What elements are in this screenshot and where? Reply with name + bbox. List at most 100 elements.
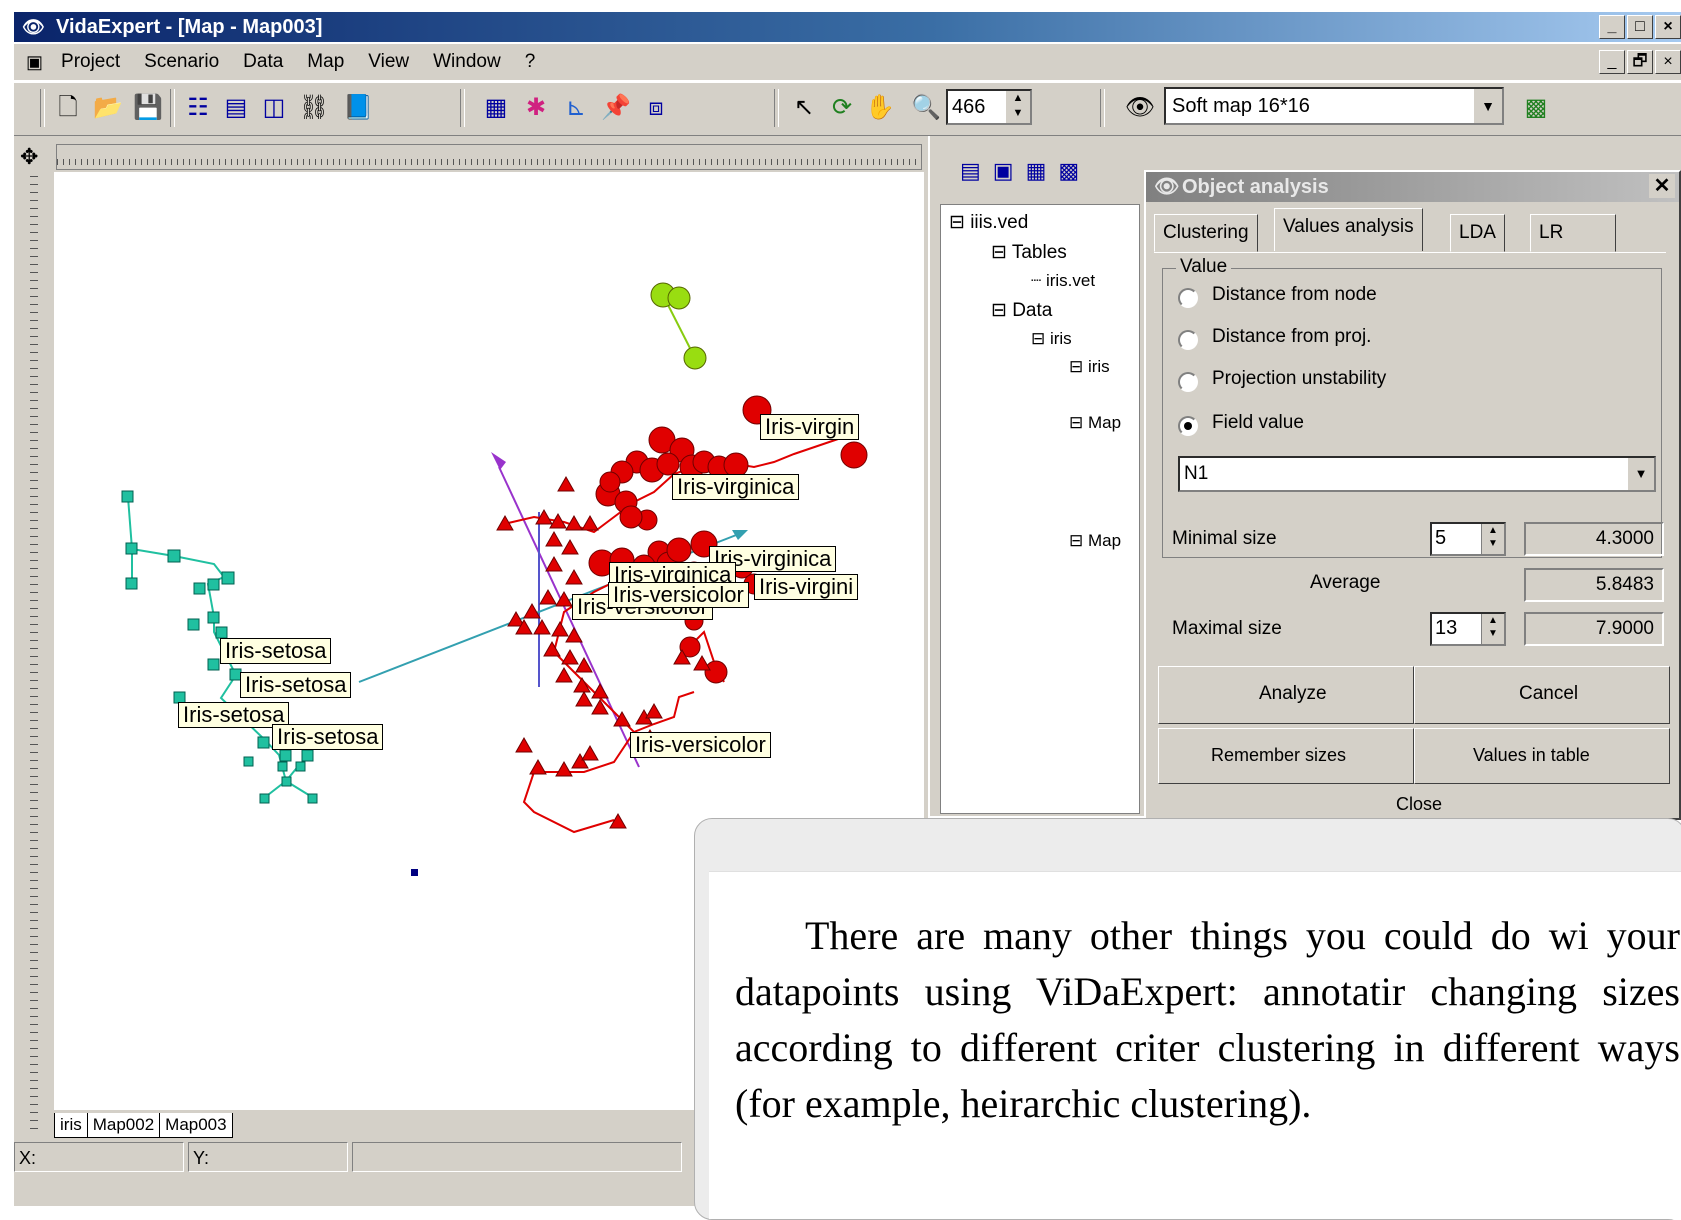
menu-help[interactable]: ?	[513, 51, 548, 73]
vertical-ruler[interactable]	[22, 176, 40, 1134]
map-tabs: iris Map002 Map003	[54, 1110, 684, 1140]
tab-map003[interactable]: Map003	[159, 1112, 233, 1138]
radio-projection-unstability[interactable]	[1178, 372, 1198, 392]
values-in-table-button[interactable]: Values in table	[1414, 728, 1670, 784]
tree-tables[interactable]: ⊟ Tables	[991, 241, 1067, 264]
menu-map[interactable]: Map	[295, 51, 356, 73]
zoom-spin-icon[interactable]: ▲ ▼	[1006, 91, 1030, 123]
columns-icon[interactable]: ◫	[258, 92, 290, 124]
tab-clustering[interactable]: Clustering	[1154, 214, 1258, 252]
tree-data-iris[interactable]: ⊟ iris	[1031, 329, 1072, 349]
tree-map[interactable]: ⊟ Map	[1069, 413, 1121, 433]
object-analysis-dialog: 👁 Object analysis ✕ Clustering Values an…	[1144, 170, 1681, 820]
spin-arrows-icon[interactable]: ▲ ▼	[1481, 524, 1504, 554]
tab-lda[interactable]: LDA	[1450, 214, 1505, 252]
maximal-size-spinner[interactable]: 13 ▲ ▼	[1430, 612, 1506, 646]
menu-project[interactable]: Project	[49, 51, 132, 73]
minimal-size-spinner[interactable]: 5 ▲ ▼	[1430, 522, 1506, 556]
axes-icon[interactable]: ⊾	[560, 92, 592, 124]
value-group-label: Value	[1176, 256, 1232, 278]
average-value: 5.8483	[1524, 568, 1664, 602]
analyze-button[interactable]: Analyze	[1158, 666, 1414, 724]
horizontal-ruler[interactable]	[56, 144, 922, 170]
dropdown-arrow-icon[interactable]: ▼	[1474, 89, 1502, 123]
maximize-button[interactable]: □	[1627, 15, 1653, 39]
label-virginica[interactable]: Iris-virgini	[754, 574, 859, 600]
mdi-minimize-button[interactable]: _	[1599, 50, 1625, 74]
radio-distance-proj-label[interactable]: Distance from proj.	[1212, 326, 1371, 348]
minimize-button[interactable]: _	[1599, 15, 1625, 39]
tree-map[interactable]: ⊟ Map	[1069, 531, 1121, 551]
radio-field-value[interactable]	[1178, 416, 1198, 436]
new-file-icon[interactable]: 🗋	[52, 92, 84, 124]
project-tree[interactable]: ⊟ iiis.ved ⊟ Tables ┈ iris.vet ⊟ Data ⊟ …	[940, 204, 1140, 814]
caption-text: There are many other things you could do…	[735, 913, 1680, 1126]
label-virginica[interactable]: Iris-virgin	[760, 414, 860, 440]
frame-icon[interactable]: ⧈	[640, 92, 672, 124]
tree-root[interactable]: ⊟ iiis.ved	[949, 211, 1028, 234]
rows-icon[interactable]: ▤	[220, 92, 252, 124]
app-eye-icon: 👁	[22, 17, 45, 37]
mdi-close-button[interactable]: ×	[1655, 50, 1681, 74]
rotate-icon[interactable]: ⟳	[826, 92, 858, 124]
caption-body: There are many other things you could do…	[709, 871, 1681, 1219]
status-y: Y:	[188, 1142, 348, 1172]
minimal-size-value: 5	[1435, 527, 1447, 549]
close-label[interactable]: Close	[1396, 794, 1442, 815]
tab-map002[interactable]: Map002	[86, 1112, 161, 1138]
remember-sizes-button[interactable]: Remember sizes	[1158, 728, 1414, 784]
label-setosa[interactable]: Iris-setosa	[240, 672, 352, 698]
spin-arrows-icon[interactable]: ▲ ▼	[1481, 614, 1504, 644]
pin-icon[interactable]: 📌	[600, 92, 632, 124]
scatter-icon[interactable]: ✱	[520, 92, 552, 124]
tab-values-analysis[interactable]: Values analysis	[1274, 208, 1423, 251]
cancel-button[interactable]: Cancel	[1414, 666, 1670, 724]
tree-data[interactable]: ⊟ Data	[991, 299, 1052, 322]
data-table-icon[interactable]: ▦	[480, 92, 512, 124]
label-setosa[interactable]: Iris-setosa	[272, 724, 384, 750]
label-virginica[interactable]: Iris-virginica	[672, 474, 800, 500]
menu-scenario[interactable]: Scenario	[132, 51, 231, 73]
label-setosa[interactable]: Iris-setosa	[220, 638, 332, 664]
dialog-title-bar: 👁 Object analysis ✕	[1146, 172, 1679, 202]
grid-map-icon[interactable]: ▩	[1520, 92, 1552, 124]
green-node	[683, 346, 707, 370]
link-icon[interactable]: ⛓	[298, 92, 330, 124]
save-icon[interactable]: 💾	[132, 92, 164, 124]
field-select[interactable]: N1 ▼	[1178, 456, 1656, 492]
radio-field-value-label[interactable]: Field value	[1212, 412, 1304, 434]
hand-icon[interactable]: ✋	[864, 92, 896, 124]
eye-icon[interactable]: 👁	[1124, 92, 1156, 124]
radio-distance-node[interactable]	[1178, 288, 1198, 308]
tree-iris-sub[interactable]: ⊟ iris	[1069, 357, 1110, 377]
menu-data[interactable]: Data	[231, 51, 295, 73]
status-extra	[352, 1142, 682, 1172]
move-icon[interactable]: ✥	[20, 144, 38, 170]
open-folder-icon[interactable]: 📂	[92, 92, 124, 124]
dialog-icon: 👁	[1154, 176, 1180, 198]
pointer-icon[interactable]: ↖	[788, 92, 820, 124]
title-bar: 👁 VidaExpert - [Map - Map003] _ □ ×	[14, 12, 1681, 42]
book-icon[interactable]: 📘	[342, 92, 374, 124]
label-versicolor[interactable]: Iris-versicolor	[630, 732, 771, 758]
radio-distance-proj[interactable]	[1178, 330, 1198, 350]
tab-lr[interactable]: LR	[1530, 214, 1616, 252]
tree-table-file[interactable]: ┈ iris.vet	[1031, 271, 1095, 291]
zoom-input[interactable]: 466 ▲ ▼	[946, 89, 1032, 125]
toolbar: 🗋 📂 💾 ☷ ▤ ◫ ⛓ 📘 ▦ ✱ ⊾ 📌 ⧈ ↖ ⟳ ✋ 🔍 466 ▲ ▼…	[14, 82, 1681, 136]
panel-tool-icons[interactable]: ▤▣▦▩	[960, 158, 1091, 184]
menu-view[interactable]: View	[356, 51, 421, 73]
mdi-restore-button[interactable]: 🗗	[1627, 50, 1653, 74]
radio-distance-node-label[interactable]: Distance from node	[1212, 284, 1377, 306]
label-versicolor[interactable]: Iris-versicolor	[608, 582, 749, 608]
dialog-close-icon[interactable]: ✕	[1649, 174, 1675, 198]
tab-iris[interactable]: iris	[54, 1112, 88, 1138]
zoom-icon[interactable]: 🔍	[910, 92, 942, 124]
dropdown-arrow-icon[interactable]: ▼	[1628, 458, 1654, 490]
green-node	[667, 286, 691, 310]
map-select[interactable]: Soft map 16*16 ▼	[1164, 87, 1504, 125]
menu-window[interactable]: Window	[421, 51, 513, 73]
table-icon[interactable]: ☷	[182, 92, 214, 124]
radio-projection-unstability-label[interactable]: Projection unstability	[1212, 368, 1386, 390]
close-button[interactable]: ×	[1655, 15, 1681, 39]
